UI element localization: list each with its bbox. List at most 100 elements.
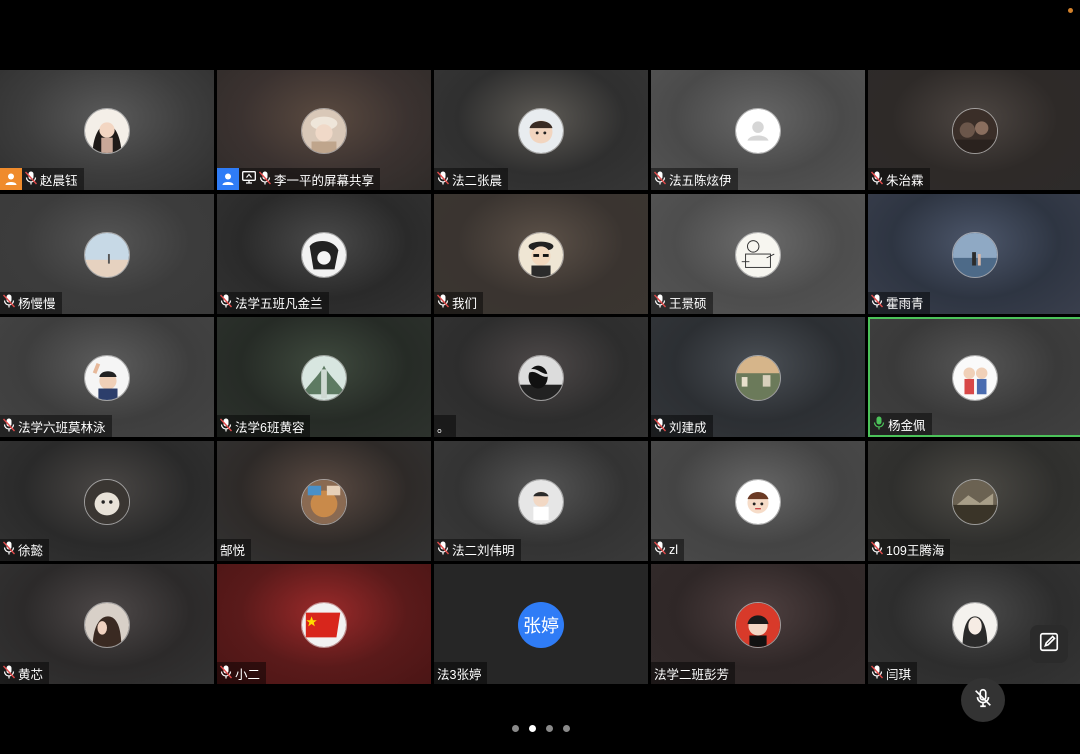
- participant-tile[interactable]: 法学五班凡金兰: [217, 193, 431, 314]
- participant-tile[interactable]: 郜悦: [217, 440, 431, 561]
- participant-tile[interactable]: 王景硕: [651, 193, 865, 314]
- participant-tile[interactable]: 杨金佩: [868, 317, 1080, 437]
- avatar-initials: 张婷: [518, 602, 564, 648]
- mic-muted-icon: [654, 171, 666, 188]
- page-dot[interactable]: [512, 725, 519, 732]
- participant-tile[interactable]: 徐懿: [0, 440, 214, 561]
- girl-hat-photo-icon: [302, 109, 346, 153]
- avatar: [518, 231, 564, 278]
- participant-tile[interactable]: 闫琪: [868, 564, 1080, 684]
- participant-name: 法3张婷: [437, 667, 482, 682]
- participant-name: 法二张晨: [452, 173, 503, 188]
- page-dot[interactable]: [546, 725, 553, 732]
- mic-muted-icon: [654, 541, 666, 558]
- mic-muted-icon: [3, 665, 15, 682]
- avatar: [518, 108, 564, 154]
- page-indicator[interactable]: [512, 725, 570, 732]
- participant-tile[interactable]: 109王腾海: [868, 440, 1080, 561]
- participant-label: 黄芯: [0, 662, 50, 684]
- avatar: [735, 108, 781, 154]
- participant-tile[interactable]: 法学6班黄容: [217, 317, 431, 437]
- participant-name: 杨慢慢: [18, 297, 56, 311]
- participant-label: 法学五班凡金兰: [217, 291, 329, 314]
- video-grid: 赵晨钰 李一平的屏幕共享 法二张晨 法五陈炫伊 朱治霖杨慢慢 法学五班凡金兰 我们 王景硕 霍雨…: [0, 70, 1080, 684]
- participant-tile[interactable]: 霍雨青: [868, 193, 1080, 314]
- participant-tile[interactable]: 杨慢慢: [0, 193, 214, 314]
- participant-tile[interactable]: 李一平的屏幕共享: [217, 70, 431, 190]
- participant-name: 法学六班莫林泳: [18, 420, 106, 435]
- boy-photo-icon: [736, 603, 780, 647]
- page-dot[interactable]: [563, 725, 570, 732]
- participant-name: 法学五班凡金兰: [235, 297, 323, 311]
- avatar: [735, 355, 781, 401]
- mic-muted-icon: [3, 541, 15, 558]
- participant-tile[interactable]: 法五陈炫伊: [651, 70, 865, 190]
- cartoon-girl-icon: [736, 479, 780, 524]
- participant-tile[interactable]: 张婷法3张婷: [434, 564, 648, 684]
- mic-muted-icon: [3, 418, 15, 435]
- participant-name: 王景硕: [669, 297, 707, 311]
- participant-tile[interactable]: 法学六班莫林泳: [0, 317, 214, 437]
- participant-tile[interactable]: 朱治霖: [868, 70, 1080, 190]
- avatar: [84, 478, 130, 525]
- participant-tile[interactable]: 黄芯: [0, 564, 214, 684]
- participant-name: 黄芯: [18, 667, 44, 682]
- participant-name: 李一平的屏幕共享: [274, 173, 375, 188]
- cartoon-emperor-icon: [519, 232, 563, 277]
- participant-name: 郜悦: [220, 544, 246, 558]
- mic-muted-icon: [437, 171, 449, 188]
- participant-tile[interactable]: 我们: [434, 193, 648, 314]
- participant-tile[interactable]: 刘建成: [651, 317, 865, 437]
- participant-tile[interactable]: 赵晨钰: [0, 70, 214, 190]
- participant-name: 赵晨钰: [40, 173, 78, 188]
- sketch-drawing-icon: [736, 232, 780, 277]
- participant-tile[interactable]: 法二张晨: [434, 70, 648, 190]
- annotate-button[interactable]: [1030, 625, 1068, 663]
- mic-muted-icon: [259, 171, 271, 188]
- mic-muted-icon: [437, 294, 449, 311]
- page-dot[interactable]: [529, 725, 536, 732]
- participant-tile[interactable]: 法二刘伟明: [434, 440, 648, 561]
- participant-tile[interactable]: 小二: [217, 564, 431, 684]
- participant-label: 法二刘伟明: [434, 538, 521, 561]
- participant-name: 徐懿: [18, 544, 44, 558]
- avatar: [735, 602, 781, 648]
- participant-name: 法五陈炫伊: [669, 173, 732, 188]
- participant-tile[interactable]: 法学二班彭芳: [651, 564, 865, 684]
- dog-photo-icon: [85, 479, 129, 524]
- avatar: [301, 108, 347, 154]
- host-badge-icon: [0, 168, 22, 190]
- avatar: [84, 231, 130, 278]
- mic-active-icon: [873, 416, 885, 433]
- avatar: [518, 478, 564, 525]
- mute-toggle-button[interactable]: [961, 678, 1005, 722]
- avatar: [84, 602, 130, 648]
- nature-photo-icon: [302, 356, 346, 400]
- participant-name: 朱治霖: [886, 173, 924, 188]
- mic-muted-icon: [220, 294, 232, 311]
- participant-label: 赵晨钰: [0, 168, 84, 190]
- avatar: [84, 355, 130, 401]
- mic-muted-icon: [437, 541, 449, 558]
- participant-name: 。: [437, 420, 450, 435]
- participant-name: 法二刘伟明: [452, 544, 515, 558]
- hand-photo-icon: [519, 356, 563, 400]
- avatar: [952, 355, 998, 401]
- avatar: [301, 602, 347, 648]
- participant-tile[interactable]: zl: [651, 440, 865, 561]
- participant-label: 法学6班黄容: [217, 415, 311, 437]
- participant-label: 我们: [434, 291, 484, 314]
- participant-label: 法五陈炫伊: [651, 168, 738, 190]
- status-dot: [1068, 8, 1073, 13]
- participant-name: 杨金佩: [888, 418, 926, 433]
- flag-icon: [302, 603, 346, 647]
- screen-share-icon: [242, 171, 256, 187]
- cartoon-bw-icon: [302, 232, 346, 277]
- mic-muted-icon: [220, 418, 232, 435]
- girl-sketch-icon: [953, 603, 997, 647]
- baby-photo-icon: [519, 479, 563, 524]
- hair-photo-icon: [85, 603, 129, 647]
- mic-muted-icon: [220, 665, 232, 682]
- participant-tile[interactable]: 。: [434, 317, 648, 437]
- participant-label: 法3张婷: [434, 662, 488, 684]
